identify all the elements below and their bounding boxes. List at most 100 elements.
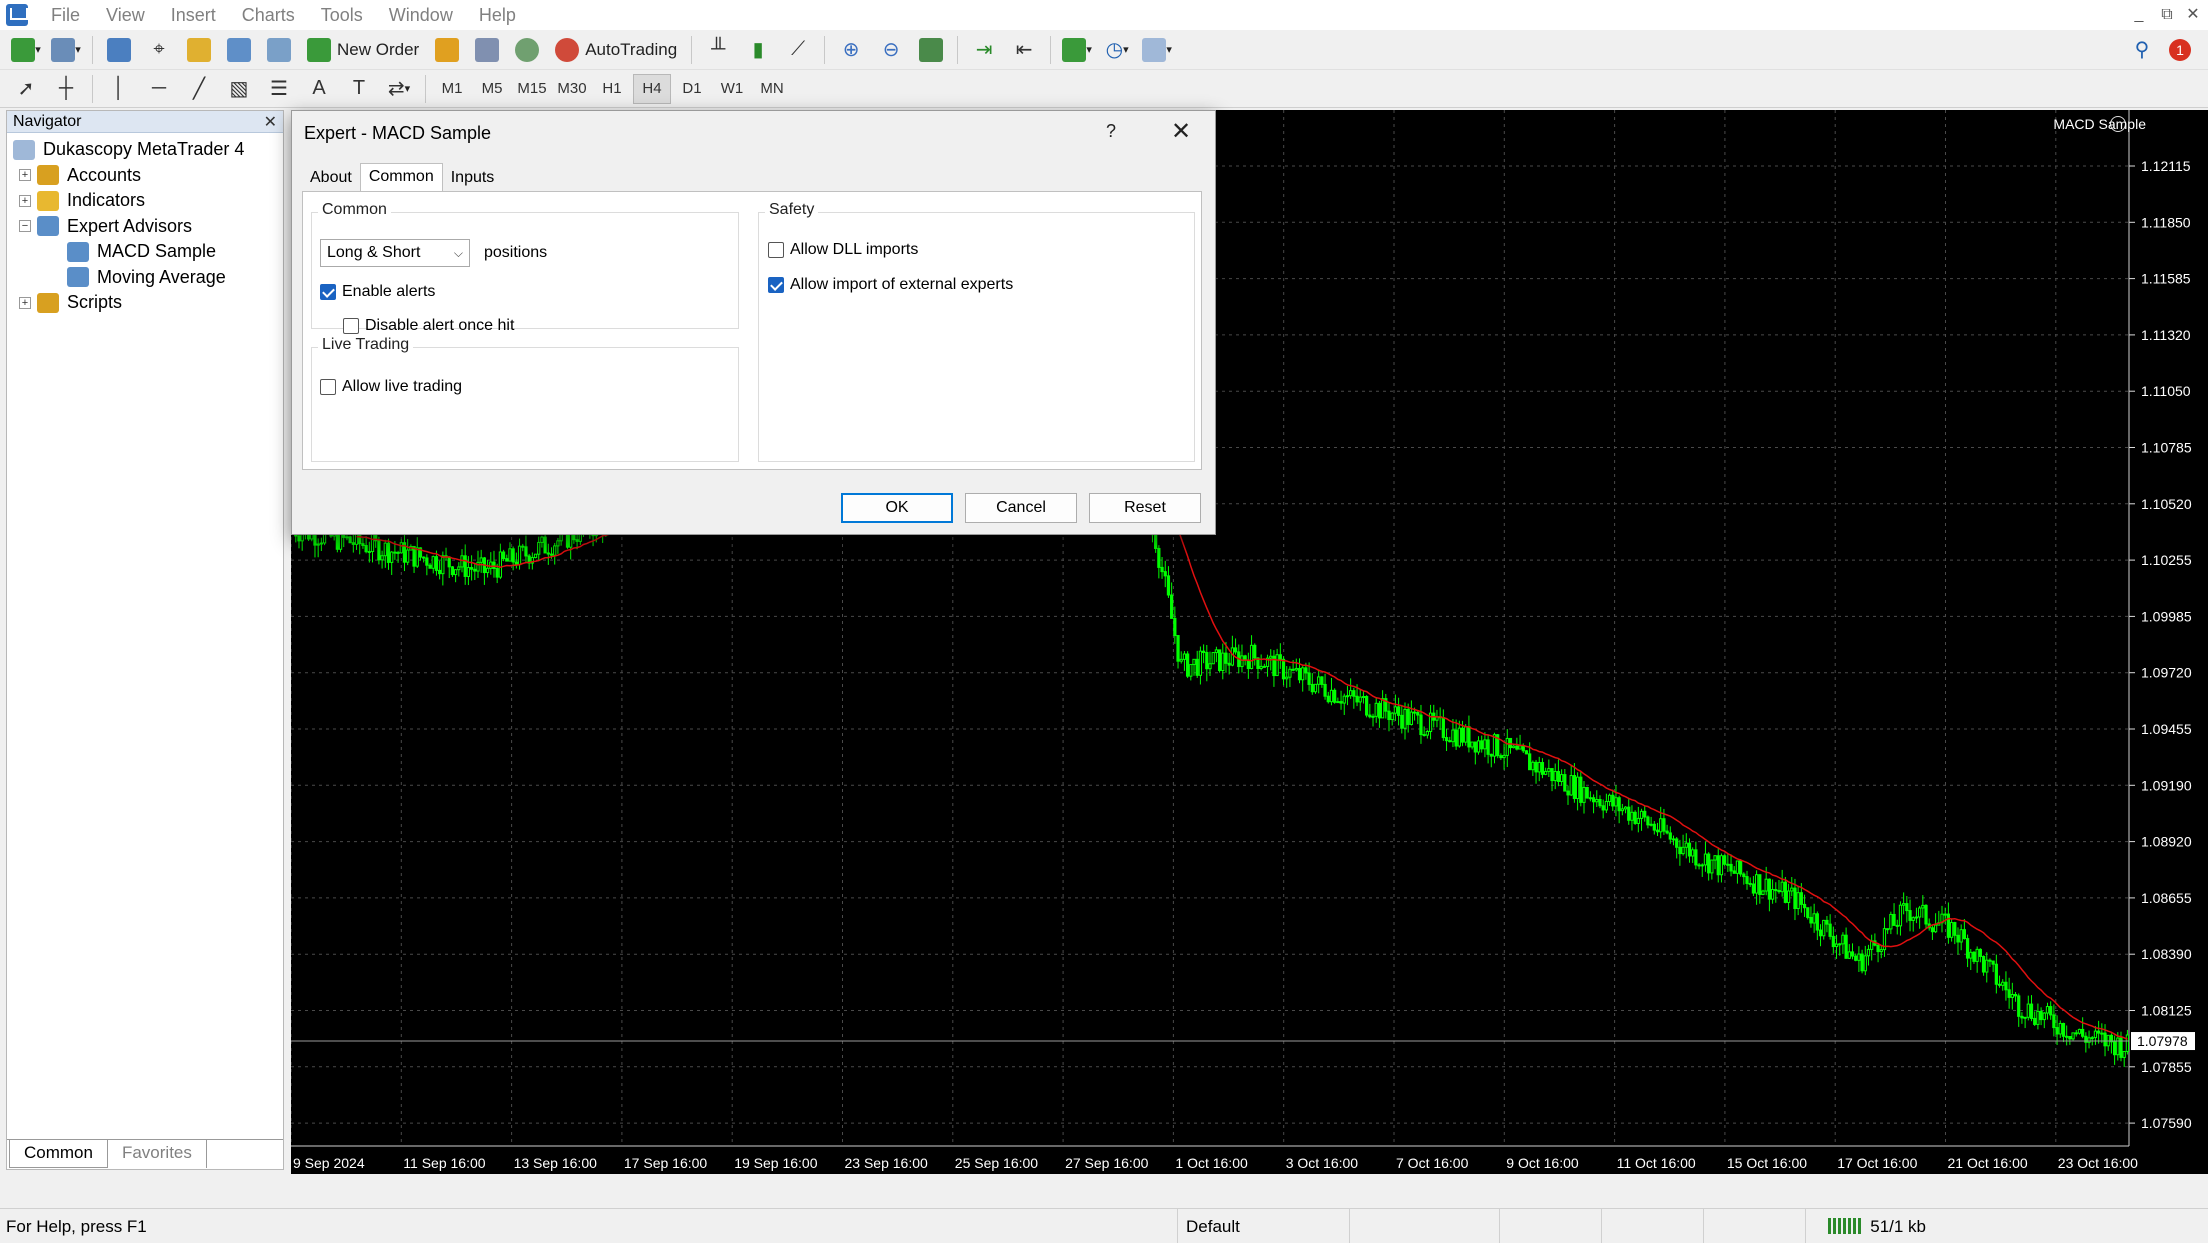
candle-body [2042, 1012, 2046, 1021]
chart-shift-button[interactable]: ⇤ [1006, 34, 1042, 66]
tree-expander-icon[interactable]: − [19, 220, 31, 233]
tab-common[interactable]: Common [9, 1140, 108, 1168]
signals-button[interactable] [509, 34, 545, 66]
tree-item-accounts[interactable]: + Accounts [7, 163, 283, 189]
close-window-button[interactable]: ✕ [2178, 0, 2208, 30]
tab-about[interactable]: About [302, 165, 360, 191]
tree-expander-icon[interactable]: + [19, 296, 31, 309]
terminal-button[interactable] [221, 34, 257, 66]
candle-body [1339, 701, 1343, 704]
tab-common-settings[interactable]: Common [359, 163, 443, 191]
channel-tool[interactable]: ▧ [221, 73, 257, 105]
line-chart-button[interactable]: ⟋ [780, 34, 816, 66]
tree-item-indicators[interactable]: + Indicators [7, 188, 283, 214]
menu-file[interactable]: File [38, 0, 93, 30]
zoom-in-button[interactable]: ⊕ [833, 34, 869, 66]
timeframe-mn[interactable]: MN [753, 74, 791, 104]
autotrading-button[interactable]: AutoTrading [549, 34, 683, 66]
menu-window[interactable]: Window [376, 0, 466, 30]
positions-select[interactable]: Long & Short ⌵ [320, 239, 470, 267]
indicators-button[interactable]: ▾ [1059, 34, 1095, 66]
arrows-tool[interactable]: ⇄ ▾ [381, 73, 417, 105]
bar-chart-button[interactable]: ╨ [700, 34, 736, 66]
navigator-button[interactable] [181, 34, 217, 66]
fibonacci-icon: ☰ [270, 78, 288, 100]
tree-item-expert-advisors[interactable]: − Expert Advisors [7, 214, 283, 240]
metaeditor-button[interactable] [429, 34, 465, 66]
reset-button[interactable]: Reset [1089, 493, 1201, 523]
disable-alert-checkbox[interactable] [343, 318, 359, 334]
strategy-tester-button[interactable] [261, 34, 297, 66]
allow-external-experts-checkbox[interactable] [768, 277, 784, 293]
timeframe-m30[interactable]: M30 [553, 74, 591, 104]
periods-button[interactable]: ◷ ▾ [1099, 34, 1135, 66]
cancel-button[interactable]: Cancel [965, 493, 1077, 523]
candle-body [2068, 1036, 2072, 1040]
data-window-button[interactable]: ⌖ [141, 34, 177, 66]
crosshair-tool[interactable]: ┼ [48, 73, 84, 105]
zoom-out-button[interactable]: ⊖ [873, 34, 909, 66]
allow-external-experts-row[interactable]: Allow import of external experts [768, 276, 1013, 294]
timeframe-d1[interactable]: D1 [673, 74, 711, 104]
status-profile[interactable]: Default [1178, 1208, 1350, 1243]
allow-dll-row[interactable]: Allow DLL imports [768, 241, 918, 259]
vertical-line-tool[interactable]: │ [101, 73, 137, 105]
tree-root[interactable]: Dukascopy MetaTrader 4 [7, 137, 283, 163]
enable-alerts-row[interactable]: Enable alerts [320, 283, 435, 301]
allow-live-trading-checkbox[interactable] [320, 379, 336, 395]
autoscroll-button[interactable]: ⇥ [966, 34, 1002, 66]
candle-body [2049, 1006, 2053, 1016]
new-order-button[interactable]: New Order [301, 34, 425, 66]
menu-tools[interactable]: Tools [308, 0, 376, 30]
status-connection[interactable]: 51/1 kb [1806, 1209, 2026, 1243]
timeframe-m15[interactable]: M15 [513, 74, 551, 104]
candle-body [377, 540, 381, 561]
candle-body [1329, 689, 1334, 703]
candle-body [441, 555, 445, 575]
candlestick-button[interactable]: ▮ [740, 34, 776, 66]
minimize-button[interactable]: _ [2124, 0, 2154, 30]
tree-item-moving-average[interactable]: Moving Average [7, 265, 283, 291]
menu-charts[interactable]: Charts [229, 0, 308, 30]
dialog-help-button[interactable]: ? [1106, 121, 1116, 142]
timeframe-h4[interactable]: H4 [633, 73, 671, 104]
tree-item-scripts[interactable]: + Scripts [7, 290, 283, 316]
menu-view[interactable]: View [93, 0, 158, 30]
timeframe-w1[interactable]: W1 [713, 74, 751, 104]
timeframe-h1[interactable]: H1 [593, 74, 631, 104]
tab-inputs[interactable]: Inputs [443, 165, 503, 191]
text-tool[interactable]: A [301, 73, 337, 105]
enable-alerts-checkbox[interactable] [320, 284, 336, 300]
trendline-tool[interactable]: ╱ [181, 73, 217, 105]
disable-alert-row[interactable]: Disable alert once hit [343, 317, 514, 335]
text-label-tool[interactable]: T [341, 73, 377, 105]
menu-help[interactable]: Help [466, 0, 529, 30]
menu-insert[interactable]: Insert [158, 0, 229, 30]
horizontal-line-tool[interactable]: ─ [141, 73, 177, 105]
new-chart-button[interactable]: ▾ [8, 34, 44, 66]
tab-favorites[interactable]: Favorites [108, 1140, 207, 1168]
candle-body [1678, 846, 1682, 855]
allow-dll-checkbox[interactable] [768, 242, 784, 258]
timeframe-m1[interactable]: M1 [433, 74, 471, 104]
templates-button[interactable]: ▾ [1139, 34, 1175, 66]
navigator-close-icon[interactable]: ✕ [264, 112, 277, 132]
tree-expander-icon[interactable]: + [19, 194, 31, 207]
tree-item-macd-sample[interactable]: MACD Sample [7, 239, 283, 265]
search-button[interactable]: ⚲ [2124, 34, 2160, 66]
cursor-tool[interactable]: ➚ [8, 73, 44, 105]
tile-windows-button[interactable] [913, 34, 949, 66]
tree-expander-icon[interactable]: + [19, 169, 31, 182]
notifications-button[interactable]: 1 [2162, 34, 2198, 66]
dialog-close-button[interactable]: ✕ [1171, 117, 1191, 146]
ok-button[interactable]: OK [841, 493, 953, 523]
candle-body [2103, 1032, 2107, 1047]
market-watch-button[interactable] [101, 34, 137, 66]
fibonacci-tool[interactable]: ☰ [261, 73, 297, 105]
options-button[interactable] [469, 34, 505, 66]
timeframe-m5[interactable]: M5 [473, 74, 511, 104]
candle-body [2077, 1028, 2082, 1034]
profiles-button[interactable]: ▾ [48, 34, 84, 66]
allow-live-trading-row[interactable]: Allow live trading [320, 378, 462, 396]
